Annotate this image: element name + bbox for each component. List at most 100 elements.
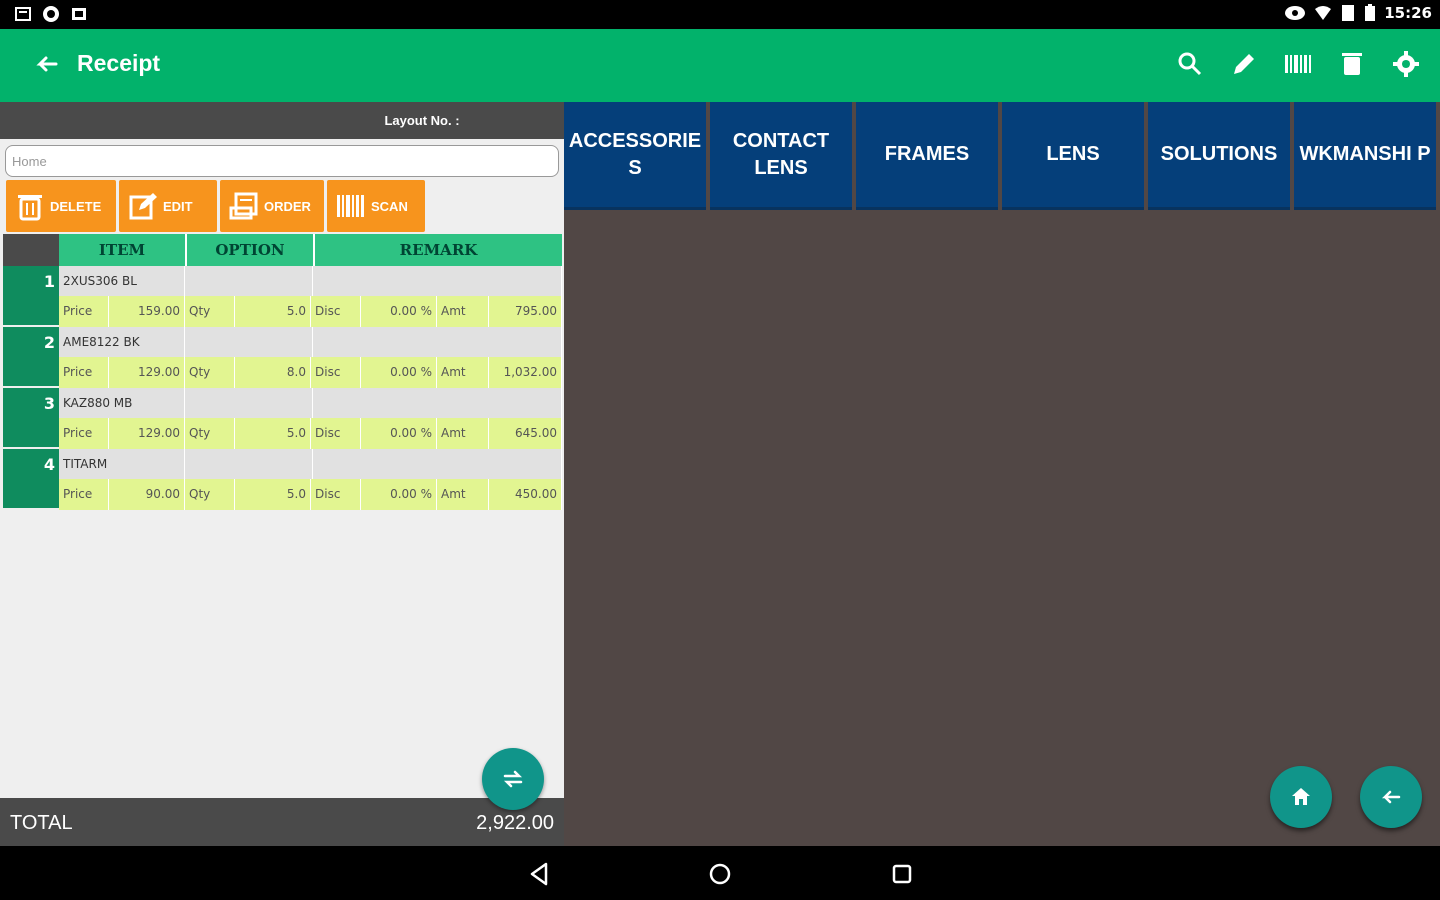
- qty-label: Qty: [185, 357, 235, 388]
- table-row[interactable]: 3 KAZ880 MB Price 129.00 Qty 5.0 Disc 0.…: [3, 388, 562, 449]
- category-frames[interactable]: FRAMES: [856, 102, 998, 210]
- table-header: ITEM OPTION REMARK: [3, 234, 562, 266]
- disc-label: Disc: [311, 357, 361, 388]
- price-label: Price: [59, 418, 109, 449]
- amt-label: Amt: [437, 479, 489, 510]
- category-accessories[interactable]: ACCESSORIE S: [564, 102, 706, 210]
- disc-value: 0.00 %: [361, 357, 437, 388]
- edit-item-button[interactable]: EDIT: [119, 180, 217, 232]
- row-number: 2: [3, 327, 59, 388]
- trash-icon: [18, 195, 42, 221]
- category-panel: ACCESSORIE S CONTACT LENS FRAMES LENS SO…: [564, 102, 1440, 846]
- arrow-left-icon: [1381, 790, 1401, 804]
- qty-label: Qty: [185, 418, 235, 449]
- amt-value: 795.00: [489, 296, 562, 327]
- amt-value: 1,032.00: [489, 357, 562, 388]
- gear-icon: [1393, 51, 1419, 77]
- notification-icon: [15, 7, 31, 21]
- delete-button-top[interactable]: [1338, 49, 1366, 79]
- qty-label: Qty: [185, 296, 235, 327]
- arrow-left-icon[interactable]: [30, 49, 62, 81]
- disc-label: Disc: [311, 479, 361, 510]
- qty-value: 5.0: [235, 479, 311, 510]
- header-option: OPTION: [185, 234, 313, 266]
- page-title: Receipt: [77, 50, 161, 76]
- price-value: 159.00: [109, 296, 185, 327]
- battery-icon: [1365, 4, 1376, 21]
- circle-home-icon[interactable]: [706, 860, 734, 888]
- item-option: [185, 449, 313, 479]
- item-remark: [313, 327, 562, 357]
- receipt-table: ITEM OPTION REMARK 1 2XUS306 BL Price 15…: [3, 234, 562, 510]
- disc-label: Disc: [311, 418, 361, 449]
- edit-button[interactable]: [1230, 49, 1258, 79]
- trash-icon: [1342, 53, 1362, 75]
- category-row: ACCESSORIE S CONTACT LENS FRAMES LENS SO…: [564, 102, 1436, 210]
- total-value: 2,922.00: [476, 812, 554, 834]
- swap-icon: [503, 770, 523, 788]
- search-icon: [1178, 52, 1202, 76]
- category-contact-lens[interactable]: CONTACT LENS: [710, 102, 852, 210]
- item-option: [185, 266, 313, 296]
- app-bar: Receipt: [0, 29, 1440, 102]
- total-label: TOTAL: [10, 812, 73, 834]
- settings-button[interactable]: [1392, 49, 1420, 79]
- category-lens[interactable]: LENS: [1002, 102, 1144, 210]
- order-label: ORDER: [264, 198, 311, 214]
- search-input[interactable]: Home: [5, 145, 559, 177]
- item-code: AME8122 BK: [59, 327, 185, 357]
- qty-value: 5.0: [235, 296, 311, 327]
- home-fab-button[interactable]: [1270, 766, 1332, 828]
- globe-icon: [43, 6, 59, 22]
- amt-label: Amt: [437, 418, 489, 449]
- sim-icon: [1342, 5, 1355, 21]
- item-remark: [313, 266, 562, 296]
- total-bar: TOTAL 2,922.00: [0, 798, 564, 846]
- square-recent-icon[interactable]: [888, 860, 916, 888]
- swap-button[interactable]: [482, 748, 544, 810]
- table-row[interactable]: 2 AME8122 BK Price 129.00 Qty 8.0 Disc 0…: [3, 327, 562, 388]
- price-value: 129.00: [109, 357, 185, 388]
- pencil-icon: [1234, 54, 1254, 74]
- back-fab-button[interactable]: [1360, 766, 1422, 828]
- row-number: 4: [3, 449, 59, 510]
- row-number: 3: [3, 388, 59, 449]
- amt-value: 645.00: [489, 418, 562, 449]
- table-row[interactable]: 4 TITARM Price 90.00 Qty 5.0 Disc 0.00 %…: [3, 449, 562, 510]
- category-workmanship[interactable]: WKMANSHI P: [1294, 102, 1436, 210]
- disc-label: Disc: [311, 296, 361, 327]
- item-code: TITARM: [59, 449, 185, 479]
- qty-label: Qty: [185, 479, 235, 510]
- gallery-icon: [72, 8, 86, 20]
- home-icon: [1292, 788, 1310, 805]
- amt-label: Amt: [437, 357, 489, 388]
- eye-icon: [1285, 6, 1306, 20]
- item-option: [185, 388, 313, 418]
- table-row[interactable]: 1 2XUS306 BL Price 159.00 Qty 5.0 Disc 0…: [3, 266, 562, 327]
- price-value: 90.00: [109, 479, 185, 510]
- price-label: Price: [59, 479, 109, 510]
- system-nav-bar: [0, 846, 1440, 900]
- edit-label: EDIT: [163, 198, 193, 214]
- receipt-icon: [229, 192, 258, 220]
- triangle-back-icon[interactable]: [526, 860, 554, 888]
- header-item: ITEM: [59, 234, 185, 266]
- delete-button[interactable]: DELETE: [6, 180, 116, 232]
- barcode-button[interactable]: [1284, 49, 1312, 79]
- disc-value: 0.00 %: [361, 418, 437, 449]
- amt-value: 450.00: [489, 479, 562, 510]
- amt-label: Amt: [437, 296, 489, 327]
- item-code: 2XUS306 BL: [59, 266, 185, 296]
- qty-value: 8.0: [235, 357, 311, 388]
- header-remark: REMARK: [313, 234, 562, 266]
- delete-label: DELETE: [50, 198, 102, 214]
- category-solutions[interactable]: SOLUTIONS: [1148, 102, 1290, 210]
- order-button[interactable]: ORDER: [220, 180, 324, 232]
- wifi-icon: [1315, 6, 1332, 20]
- row-number: 1: [3, 266, 59, 327]
- disc-value: 0.00 %: [361, 479, 437, 510]
- scan-button[interactable]: SCAN: [327, 180, 425, 232]
- price-label: Price: [59, 357, 109, 388]
- search-button[interactable]: [1176, 49, 1204, 79]
- receipt-panel: Layout No. : Home DELETE EDIT ORDER SCAN…: [0, 102, 564, 846]
